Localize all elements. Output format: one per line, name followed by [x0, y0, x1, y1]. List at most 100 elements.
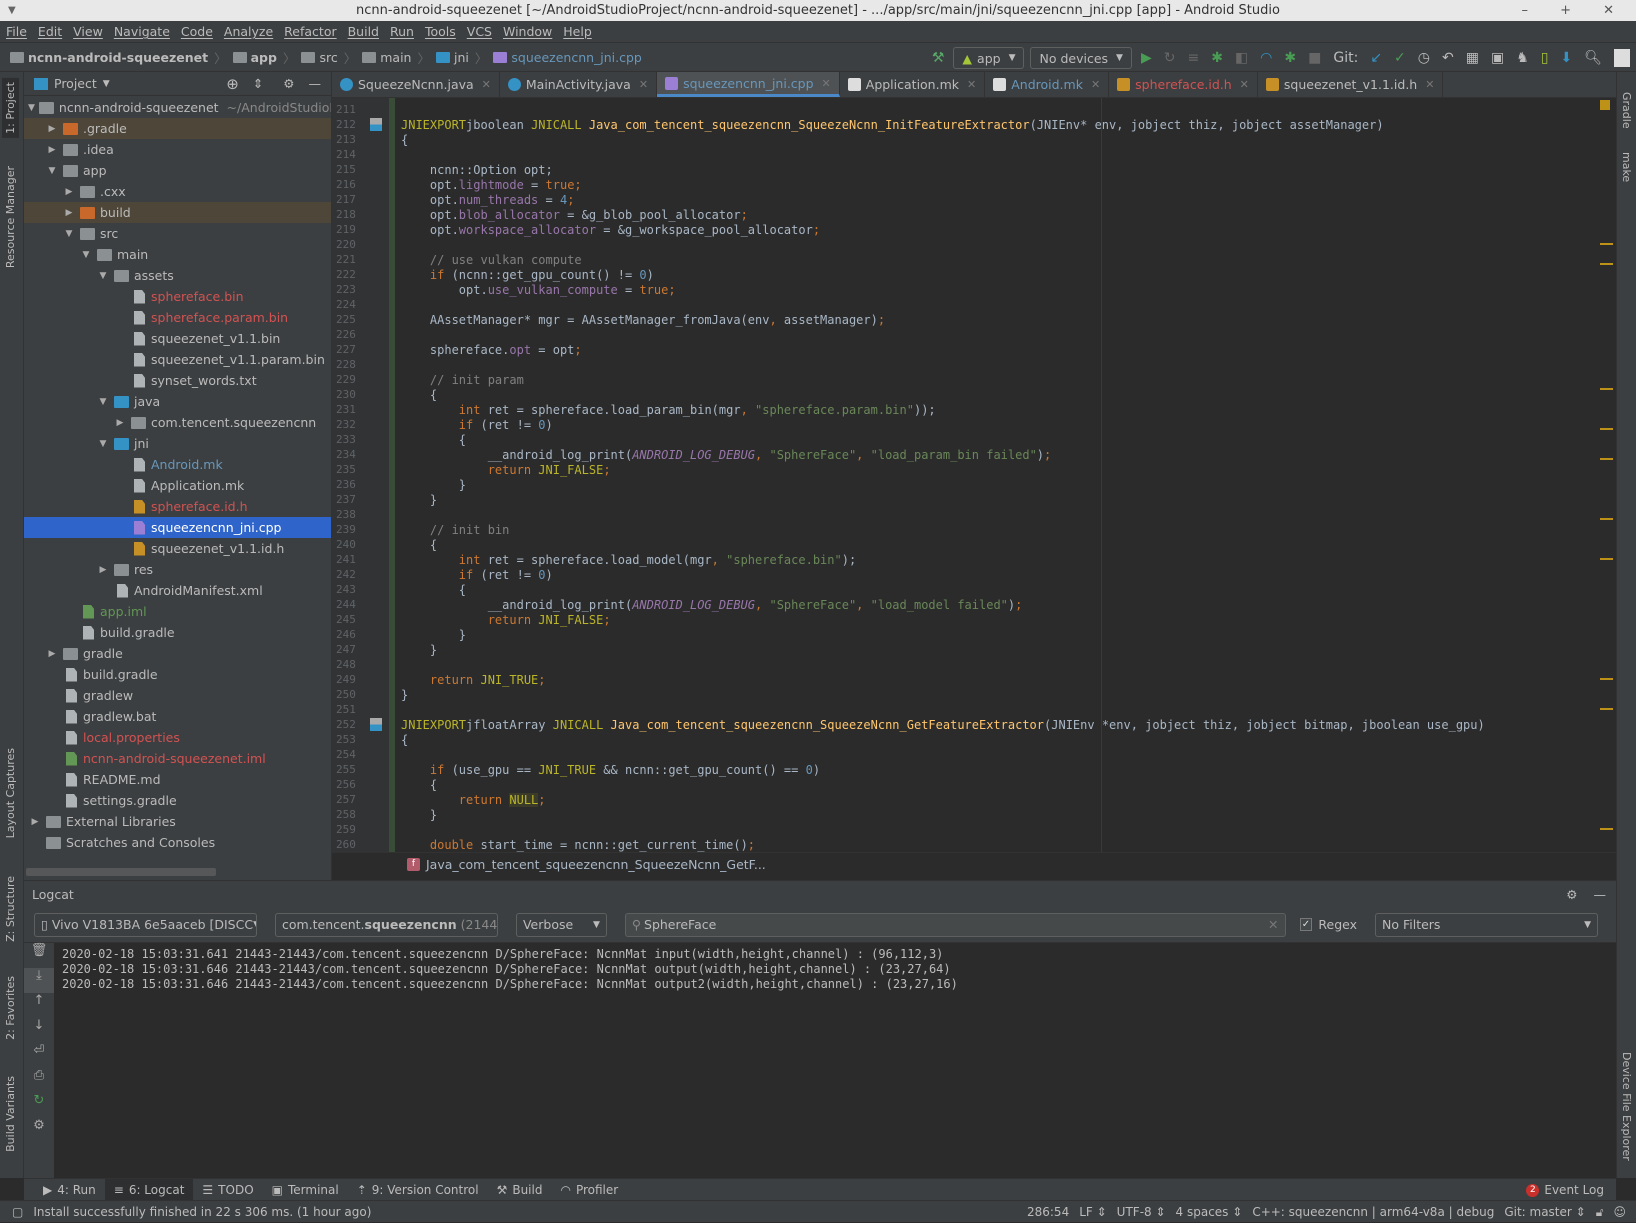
code-line[interactable]: { — [401, 778, 437, 793]
tool-window-terminal[interactable]: ▣ Terminal — [263, 1179, 348, 1201]
menu-help[interactable]: Help — [563, 24, 592, 39]
stripe-tab-make[interactable]: make — [1620, 152, 1633, 182]
code-breadcrumb[interactable]: f Java_com_tencent_squeezencnn_SqueezeNc… — [332, 852, 1616, 876]
indent-setting[interactable]: 4 spaces ⇕ — [1176, 1205, 1243, 1219]
horizontal-scrollbar[interactable] — [26, 868, 216, 876]
breadcrumb-item[interactable]: squeezencnn_jni.cpp — [493, 48, 642, 67]
tree-item[interactable]: ▶ External Libraries — [24, 811, 331, 832]
tree-item[interactable]: ▼ main — [24, 244, 331, 265]
code-line[interactable]: { — [401, 538, 437, 553]
log-level-select[interactable]: Verbose ▼ — [515, 912, 607, 937]
code-line[interactable]: double start_time = ncnn::get_current_ti… — [401, 838, 755, 852]
code-line[interactable]: if (use_gpu == JNI_TRUE && ncnn::get_gpu… — [401, 763, 820, 778]
menu-build[interactable]: Build — [348, 24, 379, 39]
stripe-tab-project[interactable]: 1: Project — [2, 78, 19, 138]
tree-item[interactable]: ▼ app — [24, 160, 331, 181]
code-line[interactable]: return JNI_FALSE; — [401, 463, 611, 478]
tree-item[interactable]: squeezenet_v1.1.bin — [24, 328, 331, 349]
warning-mark[interactable] — [1600, 458, 1613, 460]
tool-window-4-run[interactable]: ▶ 4: Run — [34, 1179, 105, 1201]
stop-icon[interactable]: ■ — [1308, 50, 1321, 66]
collapsed-arrow-icon[interactable]: ▶ — [96, 565, 110, 575]
code-line[interactable]: return JNI_FALSE; — [401, 613, 611, 628]
gear-icon[interactable]: ⚙ — [1566, 887, 1577, 902]
log-line[interactable]: 2020-02-18 15:03:31.646 21443-21443/com.… — [62, 977, 958, 992]
code-line[interactable]: opt.use_vulkan_compute = true; — [401, 283, 676, 298]
collapsed-arrow-icon[interactable]: ▶ — [45, 649, 59, 659]
tree-item[interactable]: build.gradle — [24, 622, 331, 643]
collapsed-arrow-icon[interactable]: ▶ — [45, 124, 59, 134]
tab-sphereface-id-h[interactable]: sphereface.id.h ✕ — [1109, 72, 1258, 97]
implementation-marker-icon[interactable] — [370, 118, 382, 131]
tree-item[interactable]: Android.mk — [24, 454, 331, 475]
tree-item[interactable]: ▶ .cxx — [24, 181, 331, 202]
clear-icon[interactable]: ✕ — [1268, 917, 1278, 932]
warning-mark[interactable] — [1600, 263, 1613, 265]
collapsed-arrow-icon[interactable]: ▶ — [62, 208, 76, 218]
tool-window-todo[interactable]: ☰ TODO — [193, 1179, 262, 1201]
tree-item[interactable]: Application.mk — [24, 475, 331, 496]
stripe-tab-structure[interactable]: Z: Structure — [2, 872, 19, 946]
run-config-select[interactable]: ▲ app ▼ — [953, 47, 1025, 69]
user-avatar-icon[interactable] — [1614, 49, 1630, 67]
tool-window-profiler[interactable]: ◠ Profiler — [551, 1179, 627, 1201]
tree-item[interactable]: gradlew — [24, 685, 331, 706]
chevron-down-icon[interactable]: ▼ — [103, 79, 110, 89]
menu-view[interactable]: View — [73, 24, 103, 39]
code-line[interactable]: { — [401, 733, 408, 748]
tree-item[interactable]: squeezenet_v1.1.id.h — [24, 538, 331, 559]
collapsed-arrow-icon[interactable]: ▶ — [45, 145, 59, 155]
menu-window[interactable]: Window — [503, 24, 552, 39]
apply-changes-icon[interactable]: ↻ — [1164, 50, 1176, 66]
code-line[interactable]: if (ncnn::get_gpu_count() != 0) — [401, 268, 654, 283]
code-line[interactable]: { — [401, 133, 408, 148]
device-select[interactable]: ▯ Vivo V1813BA 6e5aaceb [DISCC▼ — [34, 912, 257, 937]
tree-item[interactable]: ▶ res — [24, 559, 331, 580]
error-stripe[interactable] — [1598, 98, 1616, 852]
attach-debugger-icon[interactable]: ✱ — [1284, 50, 1296, 66]
breadcrumb-item[interactable]: main 〉 — [362, 48, 430, 67]
tree-item[interactable]: app.iml — [24, 601, 331, 622]
menu-refactor[interactable]: Refactor — [284, 24, 336, 39]
close-icon[interactable]: ✕ — [1240, 78, 1249, 91]
code-line[interactable]: opt.workspace_allocator = &g_workspace_p… — [401, 223, 820, 238]
tool-window-6-logcat[interactable]: ≡ 6: Logcat — [104, 1178, 194, 1201]
expanded-arrow-icon[interactable]: ▼ — [79, 250, 93, 260]
tab-squeezenet-v1-1-id-h[interactable]: squeezenet_v1.1.id.h ✕ — [1258, 72, 1444, 97]
code-line[interactable]: } — [401, 808, 437, 823]
tree-item[interactable]: ▶ .idea — [24, 139, 331, 160]
event-log-button[interactable]: 2 Event Log — [1526, 1179, 1604, 1201]
stripe-tab-gradle[interactable]: Gradle — [1620, 92, 1633, 129]
locate-icon[interactable]: ⊕ — [226, 75, 239, 93]
stripe-tab-favorites[interactable]: 2: Favorites — [2, 972, 19, 1044]
warning-mark[interactable] — [1600, 678, 1613, 680]
project-view-select[interactable]: Project — [54, 76, 97, 91]
code-line[interactable]: // use vulkan compute — [401, 253, 582, 268]
menu-edit[interactable]: Edit — [38, 24, 62, 39]
print-icon[interactable]: ⎙ — [24, 1068, 54, 1093]
tree-item[interactable]: build.gradle — [24, 664, 331, 685]
expanded-arrow-icon[interactable]: ▼ — [45, 166, 59, 176]
tree-item[interactable]: sphereface.id.h — [24, 496, 331, 517]
breadcrumb-item[interactable]: jni 〉 — [436, 48, 487, 67]
git-rollback-icon[interactable]: ↶ — [1442, 50, 1454, 66]
code-line[interactable]: // init param — [401, 373, 524, 388]
tree-item[interactable]: Scratches and Consoles — [24, 832, 331, 853]
code-line[interactable]: int ret = sphereface.load_param_bin(mgr,… — [401, 403, 936, 418]
tree-item[interactable]: ncnn-android-squeezenet.iml — [24, 748, 331, 769]
hide-icon[interactable]: — — [309, 76, 322, 91]
code-line[interactable]: AAssetManager* mgr = AAssetManager_fromJ… — [401, 313, 885, 328]
menu-vcs[interactable]: VCS — [467, 24, 492, 39]
gradle-sync-icon[interactable]: ♞ — [1516, 50, 1529, 66]
tab-android-mk[interactable]: Android.mk ✕ — [985, 72, 1110, 97]
code-line[interactable]: opt.lightmode = true; — [401, 178, 582, 193]
tree-item[interactable]: ▶ com.tencent.squeezencnn — [24, 412, 331, 433]
profile-icon[interactable]: ◠ — [1260, 50, 1272, 66]
close-icon[interactable]: ✕ — [482, 78, 491, 91]
status-message[interactable]: Install successfully finished in 22 s 30… — [33, 1205, 371, 1219]
inspector-icon[interactable]: ☺ — [1613, 1205, 1626, 1219]
tab-squeezencnn-jni-cpp[interactable]: squeezencnn_jni.cpp ✕ — [657, 72, 840, 97]
warning-mark[interactable] — [1600, 388, 1613, 390]
filter-select[interactable]: No Filters ▼ — [1375, 912, 1598, 937]
code-line[interactable]: { — [401, 388, 437, 403]
